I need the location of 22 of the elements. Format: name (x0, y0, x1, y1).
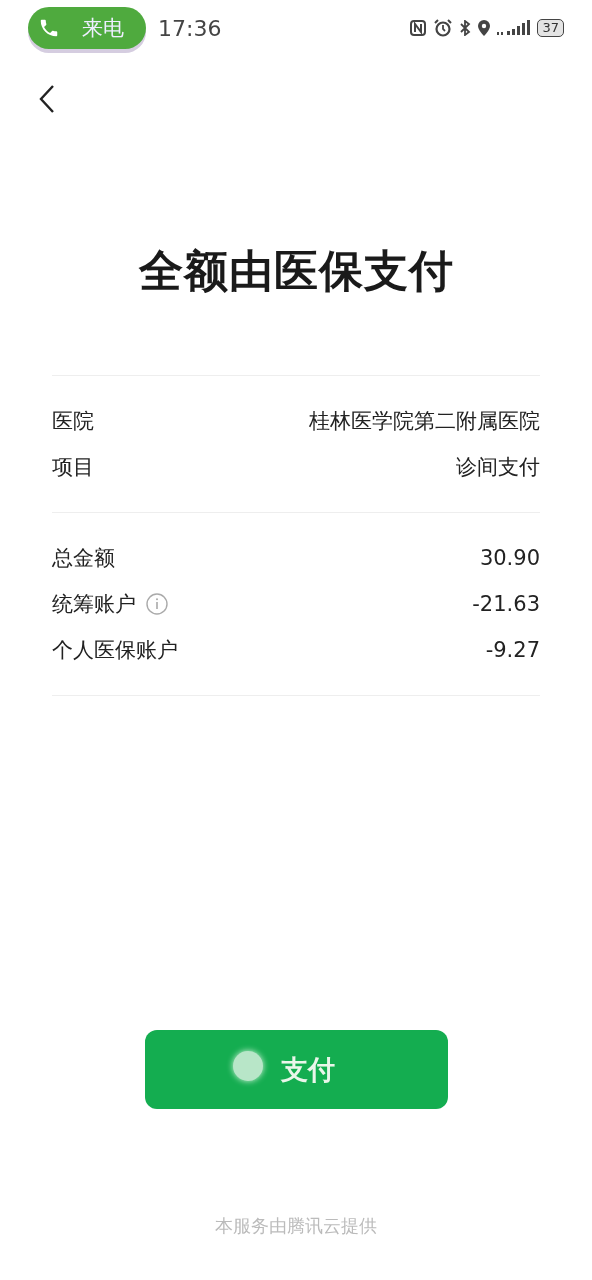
back-icon[interactable] (38, 84, 56, 114)
row-value: 桂林医学院第二附属医院 (309, 408, 540, 435)
phone-icon (38, 17, 60, 39)
nfc-icon (409, 19, 428, 37)
location-icon (477, 19, 492, 37)
row-label: 项目 (52, 454, 94, 481)
battery-indicator: 37 (537, 19, 564, 37)
alarm-icon (433, 19, 454, 37)
row-label: 总金额 (52, 545, 115, 572)
page-title: 全额由医保支付 (137, 244, 455, 298)
pay-button[interactable]: 支付 (144, 1030, 448, 1109)
row-value: 诊间支付 (456, 454, 540, 481)
row-value: -21.63 (472, 592, 540, 616)
provider-note: 本服务由腾讯云提供 (214, 1214, 378, 1238)
row-label: 统筹账户 (52, 591, 136, 618)
row-label: 医院 (52, 408, 94, 435)
signal-icon (497, 20, 532, 36)
row-label: 个人医保账户 (52, 637, 178, 664)
status-time: 17:36 (158, 15, 222, 41)
row-value: -9.27 (485, 638, 540, 662)
bluetooth-icon (459, 20, 472, 36)
row-value: 30.90 (479, 546, 540, 570)
